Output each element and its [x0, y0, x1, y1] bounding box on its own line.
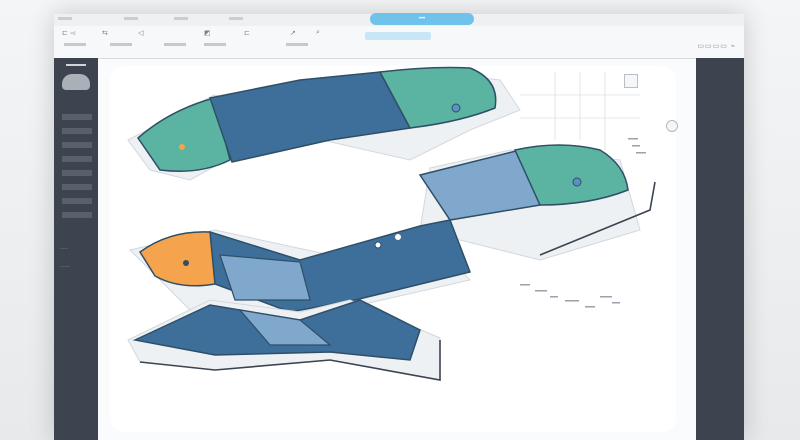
marker-dot: [572, 177, 582, 187]
marker-dot: [183, 260, 189, 266]
grid-lines: [520, 72, 640, 150]
marker-dot: [374, 241, 382, 249]
marker-dot: [395, 234, 401, 240]
orange-pad: [138, 231, 223, 287]
marker-dot: [451, 103, 461, 113]
marker-dot: [179, 144, 185, 150]
isometric-flow-illustration: [127, 66, 656, 381]
light-track-segment: [219, 254, 311, 301]
